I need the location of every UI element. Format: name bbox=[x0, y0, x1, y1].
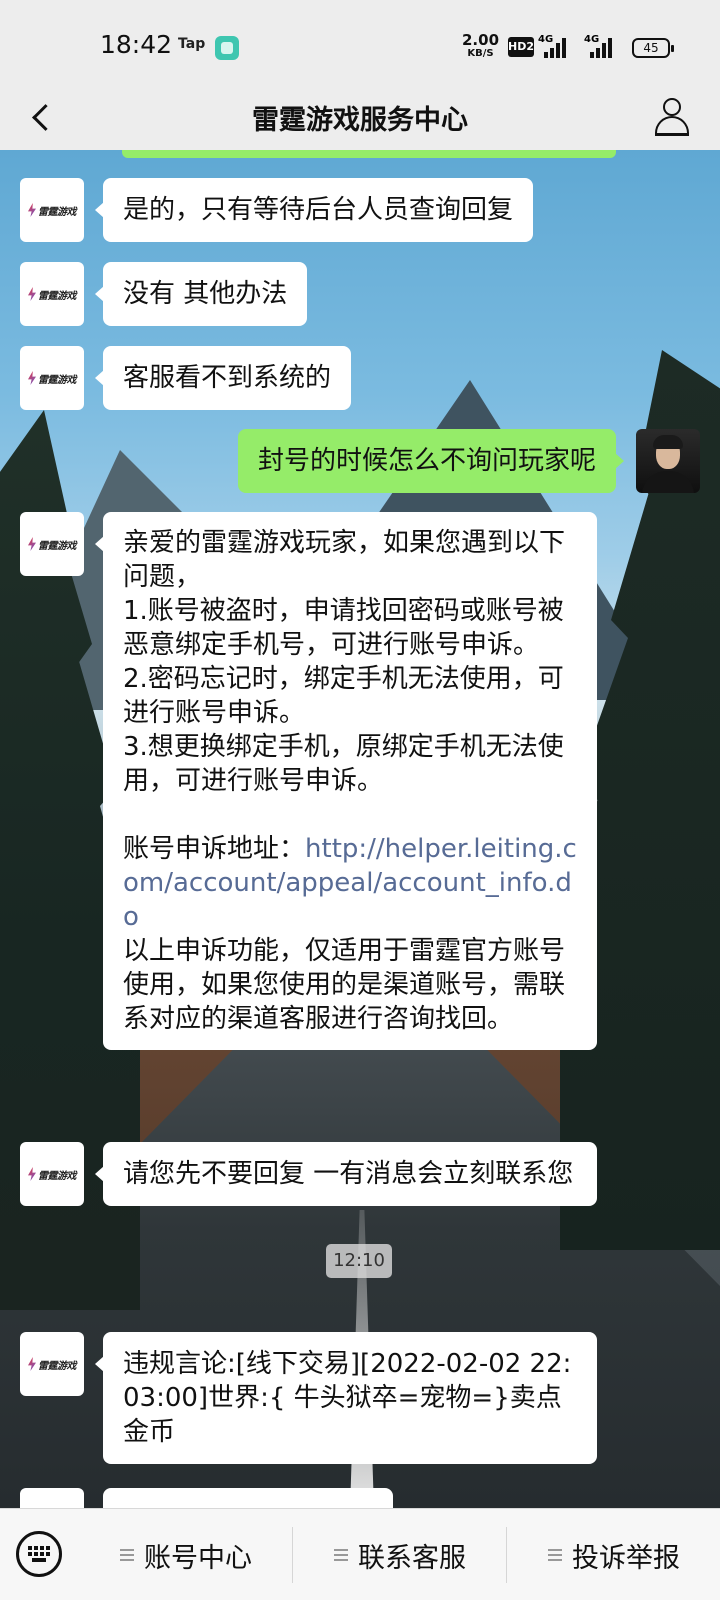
logo-text: 雷霆游戏 bbox=[38, 374, 77, 386]
app-notification-icon bbox=[215, 36, 239, 60]
message-bubble-partial[interactable] bbox=[103, 1488, 393, 1508]
logo-text: 雷霆游戏 bbox=[38, 540, 77, 552]
message-bubble[interactable]: 是的，只有等待后台人员查询回复 bbox=[94, 178, 534, 242]
menu-account-center[interactable]: 账号中心 bbox=[80, 1509, 292, 1600]
logo-text: 雷霆游戏 bbox=[38, 206, 77, 218]
service-avatar[interactable] bbox=[20, 1488, 84, 1508]
previous-message-bubble bbox=[122, 150, 616, 158]
message-text: 违规言论:[线下交易][2022-02-02 22:03:00]世界:{ 牛头狱… bbox=[123, 1349, 572, 1447]
message-bubble[interactable]: 违规言论:[线下交易][2022-02-02 22:03:00]世界:{ 牛头狱… bbox=[95, 1332, 597, 1464]
menu-item-label: 投诉举报 bbox=[572, 1542, 680, 1574]
menu-contact-service[interactable]: 联系客服 bbox=[294, 1509, 506, 1600]
message-bubble[interactable]: 亲爱的雷霆游戏玩家，如果您遇到以下问题， 1.账号被盗时，申请找回密码或账号被恶… bbox=[95, 512, 597, 1050]
message-timestamp: 12:10 bbox=[326, 1244, 392, 1278]
logo-text: 雷霆游戏 bbox=[38, 1360, 77, 1372]
service-avatar[interactable]: 雷霆游戏 bbox=[20, 1142, 84, 1206]
message-bubble[interactable]: 客服看不到系统的 bbox=[94, 346, 352, 410]
menu-divider bbox=[506, 1527, 507, 1583]
keyboard-icon[interactable] bbox=[16, 1531, 62, 1577]
profile-icon[interactable] bbox=[650, 94, 696, 140]
page-title: 雷霆游戏服务中心 bbox=[252, 105, 468, 136]
signal-1-icon: 4G bbox=[538, 34, 572, 58]
battery-icon: 45 bbox=[632, 38, 674, 58]
service-avatar[interactable]: 雷霆游戏 bbox=[20, 178, 84, 242]
signal-2-icon: 4G bbox=[584, 34, 618, 58]
message-text: 封号的时候怎么不询问玩家呢 bbox=[257, 446, 596, 476]
message-bubble[interactable]: 没有 其他办法 bbox=[94, 262, 308, 326]
bottom-menu-bar: 账号中心 联系客服 投诉举报 bbox=[0, 1508, 720, 1600]
user-avatar[interactable] bbox=[636, 429, 700, 493]
menu-list-icon bbox=[120, 1549, 134, 1561]
bolt-logo-icon bbox=[28, 203, 36, 217]
bolt-logo-icon bbox=[28, 371, 36, 385]
hd-voice-icon: HD2 bbox=[508, 37, 534, 57]
status-time: 18:42 bbox=[100, 30, 173, 59]
network-speed-unit: KB/S bbox=[467, 48, 494, 59]
bolt-logo-icon bbox=[28, 287, 36, 301]
bolt-logo-icon bbox=[28, 1357, 36, 1371]
user-message-bubble[interactable]: 封号的时候怎么不询问玩家呢 bbox=[237, 429, 625, 493]
tap-notification-icon: Tap bbox=[178, 36, 206, 52]
service-avatar[interactable]: 雷霆游戏 bbox=[20, 1332, 84, 1396]
menu-item-label: 账号中心 bbox=[144, 1542, 252, 1574]
service-avatar[interactable]: 雷霆游戏 bbox=[20, 262, 84, 326]
message-text: 是的，只有等待后台人员查询回复 bbox=[123, 195, 514, 225]
bolt-logo-icon bbox=[28, 537, 36, 551]
menu-report[interactable]: 投诉举报 bbox=[508, 1509, 720, 1600]
service-avatar[interactable]: 雷霆游戏 bbox=[20, 512, 84, 576]
menu-item-label: 联系客服 bbox=[358, 1542, 466, 1574]
message-bubble[interactable]: 请您先不要回复 一有消息会立刻联系您 bbox=[95, 1142, 597, 1206]
message-text: 亲爱的雷霆游戏玩家，如果您遇到以下问题， 1.账号被盗时，申请找回密码或账号被恶… bbox=[123, 528, 566, 864]
logo-text: 雷霆游戏 bbox=[38, 1170, 77, 1182]
chat-header: 雷霆游戏服务中心 bbox=[0, 84, 720, 150]
chat-messages[interactable]: 雷霆游戏 是的，只有等待后台人员查询回复 雷霆游戏 没有 其他办法 雷霆游戏 客… bbox=[0, 150, 720, 1508]
menu-list-icon bbox=[548, 1549, 562, 1561]
status-bar: 18:42 Tap 2.00 KB/S HD2 4G 4G 45 bbox=[0, 0, 720, 84]
message-text: 客服看不到系统的 bbox=[123, 363, 332, 393]
service-avatar[interactable]: 雷霆游戏 bbox=[20, 346, 84, 410]
menu-list-icon bbox=[334, 1549, 348, 1561]
message-text: 请您先不要回复 一有消息会立刻联系您 bbox=[123, 1159, 574, 1189]
bolt-logo-icon bbox=[28, 1167, 36, 1181]
message-text: 以上申诉功能，仅适用于雷霆官方账号使用，如果您使用的是渠道账号，需联系对应的渠道… bbox=[123, 936, 566, 1034]
menu-divider bbox=[292, 1527, 293, 1583]
logo-text: 雷霆游戏 bbox=[38, 290, 77, 302]
network-speed: 2.00 KB/S bbox=[462, 33, 499, 60]
message-text: 没有 其他办法 bbox=[123, 279, 288, 309]
